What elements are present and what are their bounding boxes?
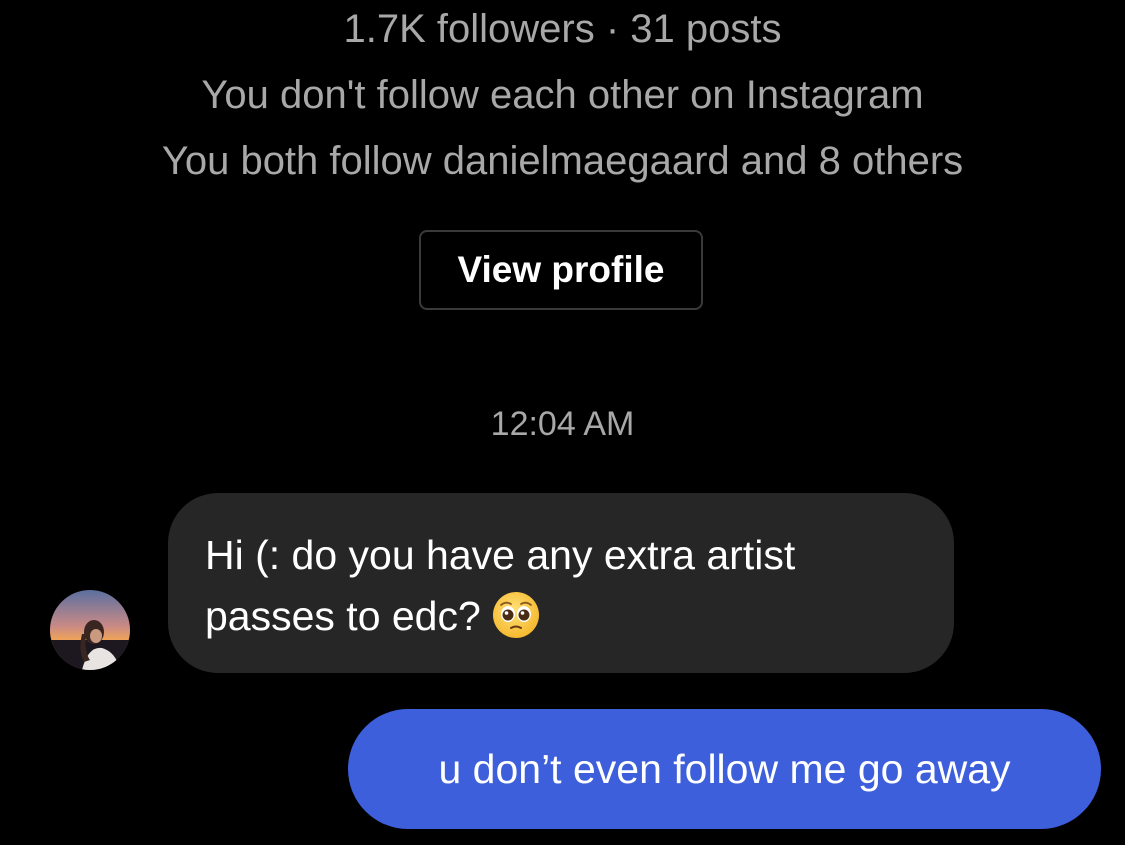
mutual-followers: You both follow danielmaegaard and 8 oth… — [161, 139, 964, 183]
incoming-message-text: Hi (: do you have any extra artist passe… — [205, 525, 918, 657]
outgoing-message-bubble[interactable]: u don’t even follow me go away — [348, 709, 1101, 829]
view-profile-button[interactable]: View profile — [419, 230, 703, 310]
avatar[interactable] — [50, 590, 130, 670]
follow-relationship-status: You don't follow each other on Instagram — [201, 73, 924, 117]
followers-posts-count: 1.7K followers · 31 posts — [343, 7, 782, 51]
incoming-message-bubble[interactable]: Hi (: do you have any extra artist passe… — [168, 493, 954, 673]
incoming-message-line-1: Hi (: do you have any extra artist — [205, 532, 796, 578]
message-timestamp: 12:04 AM — [490, 405, 635, 443]
profile-summary: 1.7K followers · 31 posts You don't foll… — [0, 0, 1125, 194]
pleading-face-icon — [491, 590, 541, 657]
incoming-message-line-2: passes to edc? — [205, 593, 481, 639]
avatar-photo-icon — [50, 590, 130, 670]
outgoing-message-text: u don’t even follow me go away — [438, 746, 1011, 792]
